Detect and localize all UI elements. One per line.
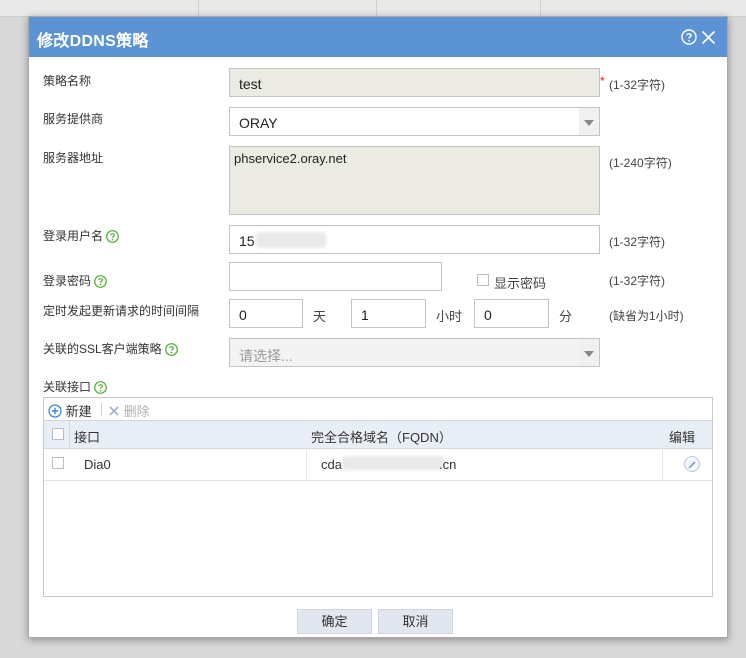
- pencil-icon: [688, 461, 696, 469]
- question-icon[interactable]: [94, 381, 107, 394]
- username-field[interactable]: 15: [229, 225, 600, 254]
- ssl-policy-label: 关联的SSL客户端策略: [43, 340, 178, 357]
- provider-label: 服务提供商: [43, 112, 104, 126]
- delete-button-label: 删除: [123, 404, 150, 419]
- provider-value: ORAY: [239, 115, 278, 131]
- column-divider: [662, 448, 663, 480]
- table-row[interactable]: Dia0 cda .cn: [44, 448, 712, 481]
- column-divider: [69, 421, 70, 448]
- dialog-title: 修改DDNS策略: [37, 33, 149, 50]
- interfaces-table-header: 接口 完全合格域名（FQDN） 编辑: [44, 420, 712, 449]
- interval-minutes-value: 0: [484, 307, 492, 323]
- username-hint: (1-32字符): [609, 235, 666, 249]
- show-password-label: 显示密码: [494, 276, 547, 291]
- ok-button[interactable]: 确定: [297, 609, 372, 634]
- close-icon[interactable]: [701, 30, 716, 45]
- provider-select[interactable]: ORAY: [229, 107, 600, 136]
- server-address-value: phservice2.oray.net: [234, 151, 347, 166]
- column-interface[interactable]: 接口: [74, 427, 100, 446]
- hours-unit: 小时: [436, 309, 463, 324]
- password-hint: (1-32字符): [609, 274, 666, 288]
- row-interface: Dia0: [84, 457, 111, 472]
- policy-name-hint: (1-32字符): [609, 78, 666, 92]
- select-all-checkbox[interactable]: [52, 428, 64, 440]
- question-icon[interactable]: [106, 230, 119, 243]
- interval-hours-value: 1: [361, 307, 369, 323]
- days-unit: 天: [313, 309, 327, 324]
- server-address-label: 服务器地址: [43, 151, 104, 165]
- x-icon: [109, 406, 119, 416]
- minutes-unit: 分: [559, 309, 573, 324]
- password-field[interactable]: [229, 262, 442, 291]
- interfaces-panel: 新建 删除 接口 完全合格域名（FQDN） 编辑 Dia0 cda .cn: [43, 397, 713, 597]
- column-divider: [306, 448, 307, 480]
- cancel-button[interactable]: 取消: [378, 609, 453, 634]
- username-value: 15: [239, 233, 255, 249]
- server-address-field[interactable]: phservice2.oray.net: [229, 146, 600, 215]
- interval-days-value: 0: [239, 307, 247, 323]
- username-label-text: 登录用户名: [43, 229, 104, 243]
- chevron-down-icon[interactable]: [579, 108, 599, 135]
- show-password-checkbox[interactable]: [477, 274, 489, 286]
- delete-button[interactable]: 删除: [108, 401, 150, 420]
- server-address-hint: (1-240字符): [609, 156, 672, 170]
- dialog-titlebar: 修改DDNS策略: [29, 17, 727, 57]
- chevron-down-icon[interactable]: [579, 339, 599, 366]
- interfaces-toolbar: 新建 删除: [44, 398, 712, 420]
- redacted-username: [256, 232, 326, 248]
- ddns-policy-dialog: 修改DDNS策略 策略名称 test * (1-32字符) 服务提供商 ORAY…: [28, 16, 728, 638]
- interfaces-label-text: 关联接口: [43, 380, 92, 394]
- question-icon[interactable]: [164, 343, 178, 356]
- column-edit: 编辑: [669, 430, 696, 445]
- background-header-strip: [0, 0, 746, 17]
- row-checkbox[interactable]: [52, 457, 64, 469]
- question-icon[interactable]: [94, 275, 107, 288]
- policy-name-value: test: [239, 76, 262, 92]
- plus-icon: [48, 404, 62, 418]
- password-label: 登录密码: [43, 272, 107, 289]
- new-button-label: 新建: [65, 404, 92, 419]
- redacted-fqdn: [342, 456, 444, 470]
- ssl-policy-label-text: 关联的SSL客户端策略: [43, 342, 162, 356]
- username-label: 登录用户名: [43, 227, 119, 244]
- column-fqdn[interactable]: 完全合格域名（FQDN）: [311, 427, 452, 446]
- help-icon[interactable]: [681, 29, 697, 45]
- edit-button[interactable]: [684, 456, 700, 472]
- ssl-policy-select[interactable]: 请选择...: [229, 338, 600, 367]
- interval-hint: (缺省为1小时): [609, 309, 684, 323]
- policy-name-field[interactable]: test: [229, 68, 600, 97]
- row-fqdn-prefix: cda: [321, 457, 342, 472]
- interval-minutes-input[interactable]: 0: [474, 299, 549, 328]
- interval-label: 定时发起更新请求的时间间隔: [43, 304, 200, 318]
- interval-days-input[interactable]: 0: [229, 299, 303, 328]
- row-fqdn-suffix: .cn: [439, 457, 457, 472]
- interval-hours-input[interactable]: 1: [351, 299, 426, 328]
- new-button[interactable]: 新建: [48, 401, 92, 420]
- required-mark: *: [600, 74, 605, 88]
- toolbar-divider: [101, 403, 102, 416]
- policy-name-label: 策略名称: [43, 74, 92, 88]
- password-label-text: 登录密码: [43, 274, 92, 288]
- ssl-policy-placeholder: 请选择...: [239, 348, 293, 364]
- interfaces-label: 关联接口: [43, 378, 107, 395]
